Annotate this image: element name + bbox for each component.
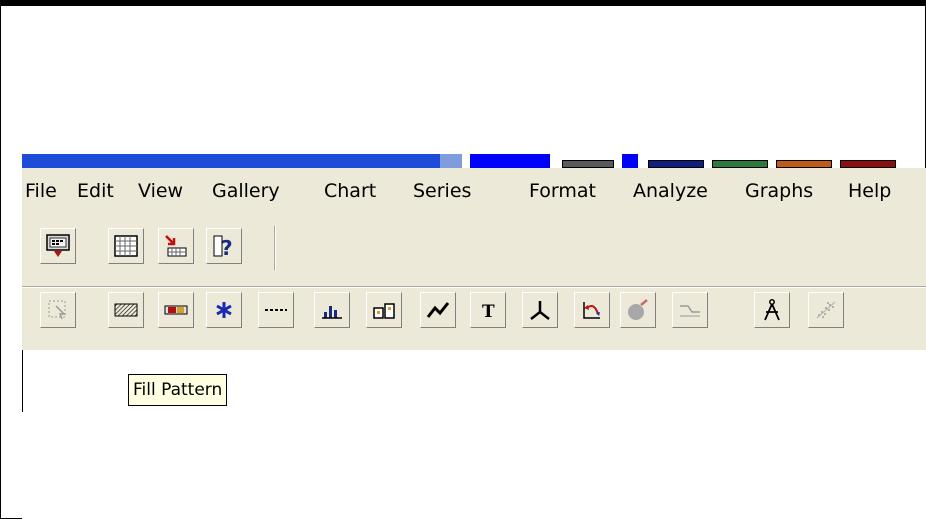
menu-analyze[interactable]: Analyze <box>633 180 708 202</box>
text-button[interactable]: T <box>470 292 506 328</box>
toolbar-row-separator <box>22 286 926 288</box>
compass-tool-button[interactable] <box>754 292 790 328</box>
title-bar-gradient <box>440 154 462 168</box>
data-grid-button[interactable] <box>108 228 144 264</box>
color-bar-icon <box>164 305 188 315</box>
context-help-button[interactable]: ? <box>206 228 242 264</box>
rotate-button[interactable] <box>574 292 610 328</box>
color-swatch-red[interactable] <box>840 160 896 168</box>
title-bar-active <box>22 154 440 168</box>
point-marker-icon <box>216 302 232 318</box>
line-style-button[interactable] <box>258 292 294 328</box>
axes-icon <box>530 301 550 320</box>
menu-edit[interactable]: Edit <box>77 180 114 202</box>
smooth-curve-button[interactable] <box>672 292 708 328</box>
monitor-export-icon <box>46 234 70 257</box>
import-data-icon <box>165 235 187 257</box>
fill-pattern-button[interactable] <box>108 292 144 328</box>
color-swatch-navy[interactable] <box>648 160 704 168</box>
line-chart-button[interactable] <box>420 292 456 328</box>
tooltip: Fill Pattern <box>128 374 228 406</box>
menu-help[interactable]: Help <box>848 180 891 202</box>
text-icon: T <box>482 302 495 322</box>
line-style-icon <box>265 309 287 311</box>
axes-button[interactable] <box>522 292 558 328</box>
rotate-icon <box>583 302 600 319</box>
monitor-export-button[interactable] <box>40 228 76 264</box>
point-marker-button[interactable] <box>206 292 242 328</box>
data-grid-icon <box>114 235 138 257</box>
select-object-button[interactable] <box>40 292 76 328</box>
fill-pattern-icon <box>114 303 138 317</box>
color-swatch-orange[interactable] <box>776 160 832 168</box>
compass-tool-icon <box>764 299 780 321</box>
menu-graphs[interactable]: Graphs <box>745 180 813 202</box>
menu-gallery[interactable]: Gallery <box>212 180 280 202</box>
3d-effect-button[interactable] <box>620 292 656 328</box>
menu-format[interactable]: Format <box>529 180 596 202</box>
color-swatch-gray[interactable] <box>562 160 614 168</box>
gallery-icon <box>373 303 395 319</box>
context-help-icon: ? <box>213 235 233 260</box>
menu-file[interactable]: File <box>25 180 57 202</box>
color-swatch-green[interactable] <box>712 160 768 168</box>
menu-bar: File Edit View Gallery Chart Series Form… <box>22 168 926 215</box>
menu-series[interactable]: Series <box>413 180 471 202</box>
3d-effect-icon <box>628 299 648 320</box>
gallery-button[interactable] <box>366 292 402 328</box>
color-swatch-blue[interactable] <box>470 154 550 168</box>
color-bar-button[interactable] <box>158 292 194 328</box>
menu-view[interactable]: View <box>138 180 183 202</box>
scatter-fit-icon <box>816 301 836 319</box>
select-object-icon <box>48 300 66 320</box>
toolbar1-end-separator <box>274 226 276 270</box>
import-data-button[interactable] <box>158 228 194 264</box>
bar-chart-icon <box>322 306 342 319</box>
canvas-left-border <box>22 350 23 412</box>
svg-text:T: T <box>482 302 495 322</box>
line-chart-icon <box>426 302 450 318</box>
menu-chart[interactable]: Chart <box>324 180 376 202</box>
bar-chart-button[interactable] <box>314 292 350 328</box>
title-bar-strip <box>22 154 926 168</box>
smooth-curve-icon <box>680 305 700 317</box>
scatter-fit-button[interactable] <box>808 292 844 328</box>
color-swatch-blue-small[interactable] <box>622 154 638 168</box>
svg-text:?: ? <box>221 236 233 260</box>
